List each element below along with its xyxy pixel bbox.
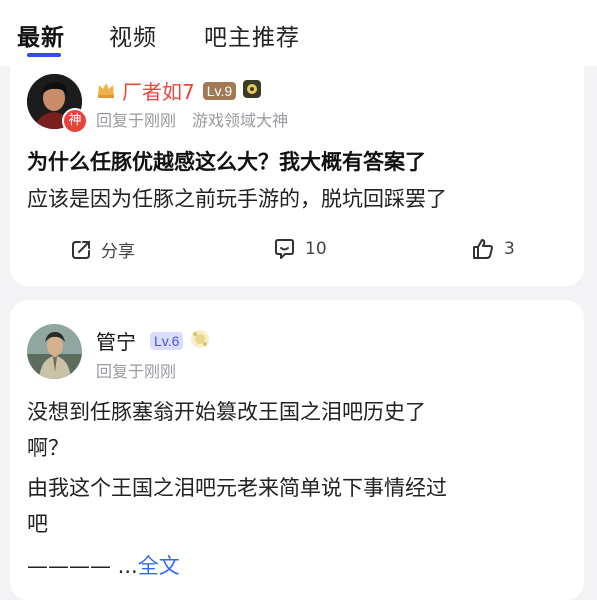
username[interactable]: 管宁 <box>96 326 136 355</box>
level-badge: Lv.9 <box>202 81 237 100</box>
comment-icon <box>275 239 294 259</box>
like-button[interactable]: 3 <box>471 237 515 261</box>
active-tab-indicator <box>27 53 61 57</box>
full-text-link[interactable]: 全文 <box>138 554 180 578</box>
level-badge: Lv.6 <box>150 331 184 350</box>
meta-row: 回复于刚刚 <box>96 358 176 382</box>
reply-time: 回复于刚刚 <box>96 111 177 130</box>
tab-bar: 最新 视频 吧主推荐 <box>0 0 597 66</box>
tab-moderator-recommend[interactable]: 吧主推荐 <box>204 18 300 52</box>
username[interactable]: 厂者如7 <box>122 76 195 105</box>
post-body-line[interactable]: 啊？ <box>27 433 69 463</box>
share-icon <box>72 240 90 259</box>
post-body-truncated: ———— ...全文 <box>27 551 180 581</box>
avatar[interactable] <box>27 324 82 379</box>
title-tag: 游戏领域大神 <box>192 111 289 130</box>
truncate-dashes: ———— ... <box>27 554 138 578</box>
meta-row: 回复于刚刚 游戏领域大神 <box>96 107 288 131</box>
god-badge: 神 <box>62 108 88 134</box>
tab-video[interactable]: 视频 <box>109 18 157 52</box>
share-button[interactable]: 分享 <box>69 237 135 262</box>
tab-latest[interactable]: 最新 <box>17 18 65 52</box>
post-card[interactable]: 神 厂者如7 Lv.9 回复于刚刚 游戏领域大神 为什么任豚优越感这么大？我大概有… <box>10 66 584 286</box>
post-body-line[interactable]: 吧 <box>27 509 48 539</box>
reply-time: 回复于刚刚 <box>96 362 177 381</box>
author-row: 管宁 Lv.6 <box>96 326 211 355</box>
post-excerpt[interactable]: 应该是因为任豚之前玩手游的，脱坑回踩罢了 <box>27 184 447 214</box>
comment-button[interactable]: 10 <box>272 237 327 261</box>
medal-icon <box>189 328 211 354</box>
post-body-line[interactable]: 没想到任豚塞翁开始篡改王国之泪吧历史了 <box>27 397 426 427</box>
post-card[interactable]: 管宁 Lv.6 回复于刚刚 没想到任豚塞翁开始篡改王国之泪吧历史了 啊？ 由我这… <box>10 300 584 600</box>
author-row: 厂者如7 Lv.9 <box>96 76 262 105</box>
share-label: 分享 <box>101 242 135 262</box>
crown-icon <box>96 80 116 102</box>
post-body-line[interactable]: 由我这个王国之泪吧元老来简单说下事情经过 <box>27 473 447 503</box>
settings-badge-icon <box>242 79 262 103</box>
like-icon <box>473 239 493 259</box>
post-title[interactable]: 为什么任豚优越感这么大？我大概有答案了 <box>27 146 426 176</box>
like-count: 3 <box>504 239 515 259</box>
comment-count: 10 <box>305 239 327 259</box>
